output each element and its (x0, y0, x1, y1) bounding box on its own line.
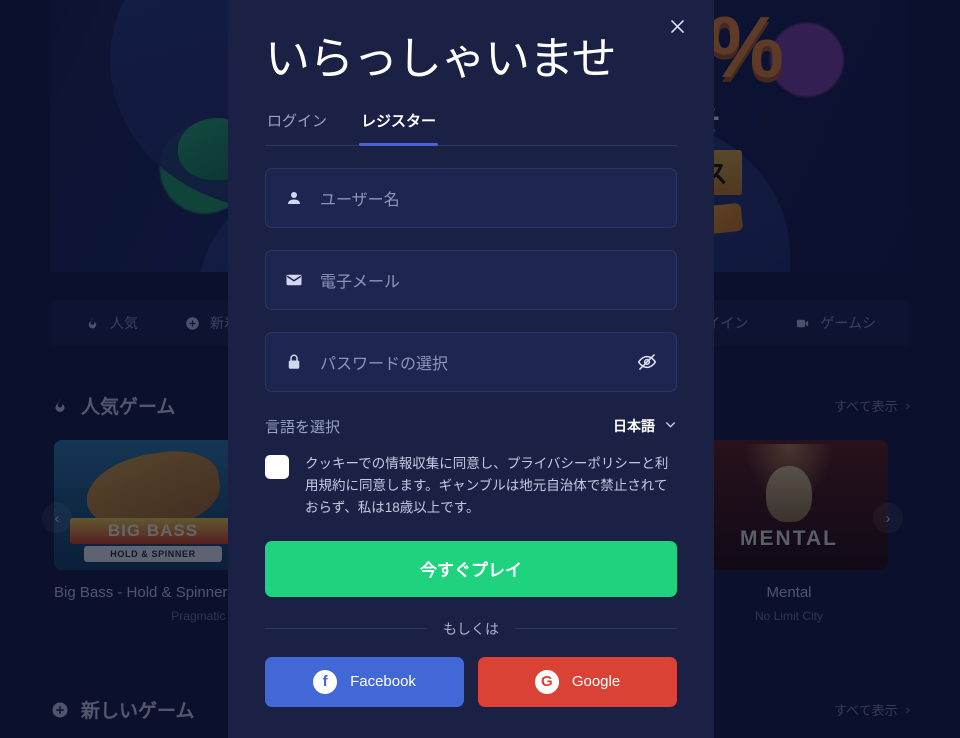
close-icon (670, 19, 684, 33)
mail-icon (284, 270, 304, 290)
facebook-login-button[interactable]: f Facebook (265, 656, 464, 707)
language-value[interactable]: 日本語 (613, 416, 677, 436)
email-input[interactable]: 電子メール (320, 268, 658, 292)
auth-tabs: ログイン レジスター (265, 106, 677, 146)
password-input[interactable]: パスワードの選択 (320, 350, 620, 374)
divider: もしくは (265, 619, 677, 639)
screen: 0% こそ ナス 人気 新着 バイイン (0, 0, 960, 738)
auth-modal: いらっしゃいませ ログイン レジスター ユーザー名 電子メール パスワードの選択… (228, 0, 714, 738)
language-selector[interactable]: 言語を選択 日本語 (265, 416, 677, 437)
lock-icon (284, 352, 304, 372)
tab-register[interactable]: レジスター (359, 106, 439, 146)
social-login-row: f Facebook G Google (265, 656, 677, 707)
username-input[interactable]: ユーザー名 (320, 186, 658, 210)
username-field[interactable]: ユーザー名 (265, 167, 677, 228)
divider-label: もしくは (443, 620, 499, 637)
play-now-button[interactable]: 今すぐプレイ (265, 540, 677, 597)
divider-line (265, 628, 427, 629)
language-label: 言語を選択 (265, 418, 341, 436)
chevron-down-icon (664, 418, 677, 434)
facebook-icon: f (313, 669, 338, 694)
google-label: Google (571, 673, 621, 690)
password-field[interactable]: パスワードの選択 (265, 331, 677, 392)
facebook-label: Facebook (350, 673, 416, 690)
modal-title: いらっしゃいませ (265, 33, 617, 84)
email-field[interactable]: 電子メール (265, 249, 677, 310)
divider-line (515, 628, 677, 629)
person-icon (284, 188, 304, 208)
eye-off-icon[interactable] (636, 351, 658, 373)
language-selected: 日本語 (613, 418, 655, 434)
consent-text: クッキーでの情報収集に同意し、プライバシーポリシーと利用規約に同意します。ギャン… (305, 455, 669, 515)
close-button[interactable] (664, 13, 690, 39)
consent-row: クッキーでの情報収集に同意し、プライバシーポリシーと利用規約に同意します。ギャン… (265, 453, 677, 519)
tab-login[interactable]: ログイン (265, 106, 329, 145)
google-icon: G (534, 669, 559, 694)
consent-checkbox[interactable] (265, 454, 289, 479)
google-login-button[interactable]: G Google (478, 656, 677, 707)
